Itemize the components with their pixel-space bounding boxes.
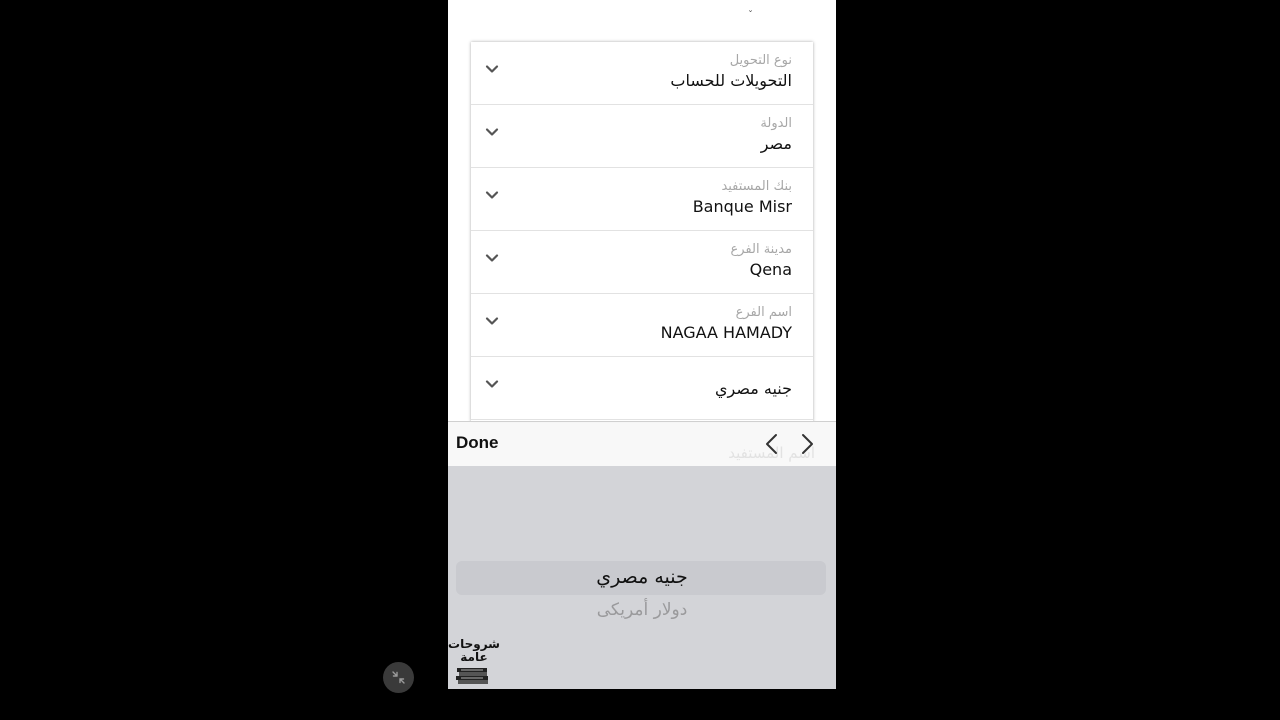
picker-selected-option[interactable]: جنيه مصري — [448, 566, 836, 588]
chevron-down-icon — [485, 191, 499, 199]
field-beneficiary-bank[interactable]: بنك المستفيد Banque Misr — [471, 168, 813, 231]
watermark-text: شروحات عامة — [448, 638, 500, 664]
channel-watermark: شروحات عامة — [448, 638, 500, 688]
exit-fullscreen-button[interactable] — [383, 662, 414, 693]
field-country[interactable]: الدولة مصر — [471, 105, 813, 168]
books-icon — [456, 668, 488, 684]
field-value: التحويلات للحساب — [670, 71, 792, 90]
picker-toolbar: اسم المستفيد Done — [448, 421, 836, 466]
chevron-down-icon — [485, 317, 499, 325]
field-label: الدولة — [760, 116, 792, 131]
chevron-down-icon — [485, 380, 499, 388]
chevron-right-icon[interactable] — [796, 432, 818, 456]
currency-picker[interactable]: جنيه مصري دولار أمريكى شروحات عامة — [448, 466, 836, 689]
watermark-line: عامة — [460, 650, 488, 664]
field-transfer-type[interactable]: نوع التحويل التحويلات للحساب — [471, 42, 813, 105]
transfer-form: نوع التحويل التحويلات للحساب الدولة مصر … — [471, 42, 813, 422]
chevron-left-icon[interactable] — [761, 432, 783, 456]
field-branch-name[interactable]: اسم الفرع NAGAA HAMADY — [471, 294, 813, 357]
picker-option[interactable]: دولار أمريكى — [448, 600, 836, 620]
exit-fullscreen-icon — [392, 671, 405, 684]
chevron-down-icon — [485, 65, 499, 73]
field-value: مصر — [760, 134, 792, 153]
field-value: Banque Misr — [692, 197, 792, 216]
field-value: جنيه مصري — [714, 379, 792, 398]
field-label: اسم الفرع — [735, 305, 792, 320]
field-value: Qena — [749, 260, 792, 279]
phone-screen: ˇ نوع التحويل التحويلات للحساب الدولة مص… — [448, 0, 836, 689]
field-branch-city[interactable]: مدينة الفرع Qena — [471, 231, 813, 294]
chevron-down-icon — [485, 128, 499, 136]
status-mark: ˇ — [748, 10, 753, 21]
field-currency[interactable]: جنيه مصري — [471, 357, 813, 420]
chevron-down-icon — [485, 254, 499, 262]
field-label: نوع التحويل — [729, 53, 792, 68]
field-label: مدينة الفرع — [730, 242, 792, 257]
field-value: NAGAA HAMADY — [660, 323, 792, 342]
done-button[interactable]: Done — [456, 433, 499, 453]
field-label: بنك المستفيد — [721, 179, 792, 194]
